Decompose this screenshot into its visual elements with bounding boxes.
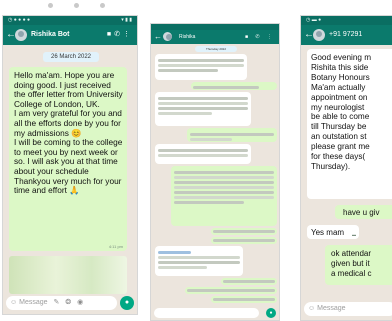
outgoing-message[interactable] (221, 278, 277, 285)
date-chip: 26 March 2022 (43, 52, 99, 62)
call-icon[interactable]: ✆ (114, 31, 123, 38)
top-strip (0, 0, 392, 12)
status-left: ◷ ● ● ● ● (8, 17, 30, 23)
message-input[interactable] (154, 308, 259, 318)
phone-screenshot-3: ◷ ▬ ● ← +91 97291 Good evening m Rishita… (300, 15, 392, 321)
mic-button[interactable]: ● (266, 308, 276, 318)
camera-icon[interactable]: ◉ (77, 299, 83, 306)
status-right: ▾ ▮ ▮ (121, 17, 132, 23)
more-icon[interactable]: ⋮ (123, 31, 133, 38)
incoming-message[interactable] (155, 54, 247, 80)
outgoing-message[interactable] (187, 128, 277, 142)
chat-header: ← Rishika Bot ■✆⋮ (3, 25, 137, 45)
outgoing-message[interactable] (191, 82, 277, 90)
input-placeholder: Message (317, 305, 346, 312)
blurred-image-message[interactable] (9, 256, 127, 294)
outgoing-message[interactable] (185, 287, 277, 294)
attach-icon[interactable]: ✎ (53, 299, 59, 306)
avatar[interactable] (313, 29, 325, 41)
chat-header: ← +91 97291 (301, 25, 392, 45)
contact-name[interactable]: +91 97291 (329, 30, 362, 40)
message-time: 4:11 pm (108, 244, 123, 249)
incoming-message[interactable] (155, 246, 243, 276)
mic-icon: ● (269, 310, 273, 316)
contact-name[interactable]: Rishika (179, 32, 195, 42)
message-text: ok attendar given but it a medical c (331, 249, 372, 278)
header-action-icons: ■ ✆ ⋮ (245, 34, 275, 40)
date-chip: Thursday 2022 (195, 46, 237, 52)
header-action-icons: ■✆⋮ (107, 30, 133, 40)
message-input[interactable]: ☺ Message ✎ ❂ ◉ (6, 296, 117, 310)
incoming-message[interactable]: Good evening m Rishita this side Botany … (307, 49, 392, 199)
status-bar: ◷ ● ● ● ● ▾ ▮ ▮ (3, 16, 137, 25)
dot-icon (48, 3, 53, 8)
outgoing-message[interactable] (211, 296, 277, 303)
outgoing-message[interactable] (211, 228, 277, 235)
emoji-icon[interactable]: ☺ (10, 299, 17, 306)
message-input[interactable]: ☺ Message (304, 302, 392, 316)
avatar[interactable] (15, 29, 27, 41)
back-arrow-icon[interactable]: ← (154, 31, 162, 43)
message-text: Good evening m Rishita this side Botany … (311, 53, 372, 171)
input-placeholder: Message (19, 299, 48, 306)
phone-screenshot-2: ← Rishika ■ ✆ ⋮ Thursday 2022 ● (150, 23, 280, 321)
emoji-icon[interactable]: ☺ (308, 305, 315, 312)
message-text: have u giv (343, 208, 380, 217)
incoming-message[interactable] (155, 92, 251, 126)
screenshot-collage: ◷ ● ● ● ● ▾ ▮ ▮ ← Rishika Bot ■✆⋮ 26 Mar… (0, 0, 392, 321)
dot-icon (74, 3, 79, 8)
incoming-message[interactable] (155, 144, 251, 164)
contact-name[interactable]: Rishika Bot (31, 30, 70, 40)
status-left: ◷ ▬ ● (306, 17, 322, 23)
avatar[interactable] (163, 32, 172, 41)
outgoing-message[interactable] (211, 237, 277, 244)
rupee-icon[interactable]: ❂ (65, 299, 71, 306)
status-bar: ◷ ▬ ● (301, 16, 392, 25)
outgoing-message[interactable] (171, 166, 277, 226)
mic-icon: ● (124, 299, 130, 306)
chat-header: ← Rishika ■ ✆ ⋮ (151, 30, 279, 44)
outgoing-message[interactable]: Hello ma'am. Hope you are doing good. I … (9, 67, 127, 251)
outgoing-message[interactable]: have u giv (335, 205, 392, 219)
mic-button[interactable]: ● (120, 296, 134, 310)
outgoing-message[interactable]: ok attendar given but it a medical c (325, 245, 392, 285)
message-time: ▬ (352, 232, 356, 237)
message-text: Hello ma'am. Hope you are doing good. I … (14, 70, 123, 196)
phone-screenshot-1: ◷ ● ● ● ● ▾ ▮ ▮ ← Rishika Bot ■✆⋮ 26 Mar… (2, 15, 138, 315)
dot-icon (100, 3, 105, 8)
incoming-message[interactable]: Yes mam ▬ (307, 225, 359, 239)
